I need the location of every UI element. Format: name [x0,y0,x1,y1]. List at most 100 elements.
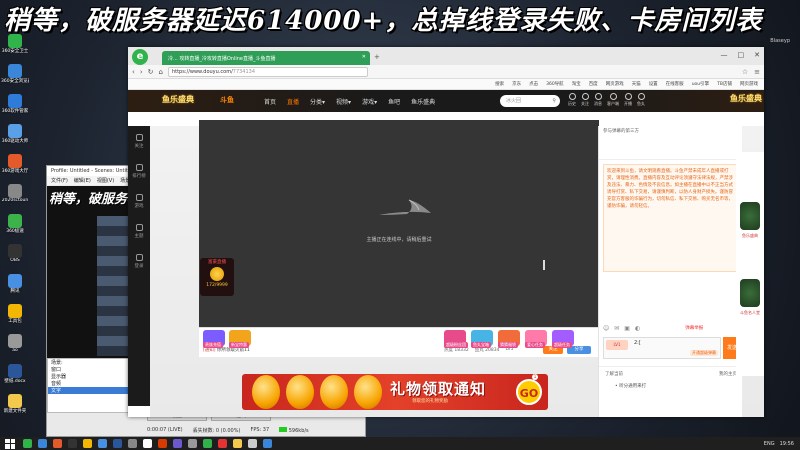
taskbar-app-icon[interactable] [38,439,47,448]
bookmark-item[interactable]: 淘宝 [572,81,581,87]
tab-douyu[interactable]: 冷... 攻转直播_冷攻转直播Online直播_斗鱼直播 ✕ [162,51,370,65]
site-nav-item[interactable]: 首页 [264,97,276,106]
search-icon[interactable]: ⚲ [552,95,556,107]
bookmark-item[interactable]: uou引擎 [692,81,709,87]
image-icon[interactable]: ▣ [624,325,630,332]
taskbar-app-icon[interactable] [218,439,227,448]
rail-item[interactable]: 主题 [128,216,150,246]
desktop-icon[interactable]: 360安全卫士 [2,34,28,61]
bookmark-item[interactable]: 百度 [589,81,598,87]
clock[interactable]: 19:56 [780,441,794,447]
header-icon-item[interactable]: 关注 [581,93,589,107]
bookmark-item[interactable]: 网页游戏 [606,81,624,87]
desktop-icon[interactable]: 360安全浏览器 [1,64,29,91]
taskbar-app-icon[interactable] [23,439,32,448]
home-icon[interactable]: ⌂ [159,68,163,76]
taskbar-app-icon[interactable] [128,439,137,448]
douyu-logo[interactable]: 斗鱼 [220,95,234,105]
desktop-icon[interactable]: 工具包 [2,304,28,331]
header-icon-item[interactable]: 历史 [568,93,576,107]
taskbar-app-icon[interactable] [68,439,77,448]
gift-icon[interactable]: ✉ [614,325,619,332]
taskbar-app-icon[interactable] [98,439,107,448]
color-icon[interactable]: ◐ [635,325,640,332]
desktop-icon[interactable]: OBS [2,244,28,271]
browser-logo-icon[interactable]: e [132,49,148,65]
gift-notice-banner[interactable]: 礼物领取通知 领取您的礼物奖励 GO 1 [242,374,548,410]
site-nav-item[interactable]: 分类▾ [310,97,325,106]
desktop-icon[interactable]: 壁纸.docx [2,364,28,391]
video-player[interactable]: 主播正在连线中，请稍后重试 [199,120,599,327]
star-icon[interactable]: ☆ [742,68,748,76]
taskbar-app-icon[interactable] [83,439,92,448]
site-search-input[interactable]: 冰火回 ⚲ [500,95,560,107]
tab-close-icon[interactable]: ✕ [362,54,366,60]
event-widget-2[interactable] [740,279,760,307]
url-input[interactable]: https://www.douyu.com/7734134 [167,66,368,77]
desktop-icon[interactable]: 2020sctoun [2,184,28,211]
taskbar-app-icon[interactable] [203,439,212,448]
header-icon-item[interactable]: 开播 [624,93,632,107]
site-nav-item[interactable]: 鱼乐盛典 [411,97,435,106]
bookmark-item[interactable]: 网页游戏 [740,81,758,87]
tab-my-home[interactable]: 我的主页 [719,371,737,377]
rail-item[interactable]: 关注 [128,126,150,156]
obs-menu-item[interactable]: 视图(V) [97,177,114,184]
chat-input-hint[interactable]: 开通超级弹幕 [690,350,718,356]
minimize-icon[interactable]: — [721,51,728,59]
desktop-icon[interactable]: 360游戏大厅 [2,154,28,181]
taskbar-app-icon[interactable] [158,439,167,448]
obs-menu-item[interactable]: 文件(F) [51,177,68,184]
taskbar-app-icon[interactable] [233,439,242,448]
new-tab-button[interactable]: + [374,53,380,61]
taskbar-app-icon[interactable] [248,439,257,448]
maximize-icon[interactable]: □ [738,51,745,59]
bookmark-item[interactable]: 京东 [512,81,521,87]
site-nav-item[interactable]: 游戏▾ [362,97,377,106]
taskbar-app-icon[interactable] [113,439,122,448]
header-icon-item[interactable]: 客户端 [607,93,619,107]
taskbar-app-icon[interactable] [143,439,152,448]
rail-item[interactable]: 登录 [128,246,150,276]
tab-understand[interactable]: 了解当前 [605,371,623,377]
desktop-icon[interactable]: ao [2,334,28,361]
obs-menu-item[interactable]: 编辑(E) [74,177,91,184]
desktop-icon[interactable]: 新建文件夹 [2,394,28,421]
bookmark-item[interactable]: 天猫 [632,81,641,87]
taskbar-app-icon[interactable] [173,439,182,448]
back-icon[interactable]: ‹ [132,68,135,76]
rail-item[interactable]: 排行榜 [128,156,150,186]
bookmark-item[interactable]: 在线客服 [666,81,684,87]
event-widget-1[interactable] [740,202,760,230]
desktop-icon[interactable]: 360极速 [2,214,28,241]
chat-input[interactable]: LV1 2:[ 开通超级弹幕 [603,337,721,359]
taskbar-app-icon[interactable] [188,439,197,448]
gift-float-widget[interactable]: 富豪直播 172/9999 [200,258,234,296]
taskbar-app-icon[interactable] [263,439,272,448]
banner-go-button[interactable]: GO [516,379,542,405]
desktop-icon[interactable]: 腾讯 [2,274,28,301]
taskbar-app-icon[interactable] [53,439,62,448]
desktop-icon[interactable]: 360软件管家 [2,94,28,121]
emoji-icon[interactable]: ☺ [603,325,609,332]
bookmark-item[interactable]: TB店铺 [717,81,732,87]
rail-item[interactable]: 游戏 [128,186,150,216]
danmaku-report[interactable]: 弹幕举报 [685,325,703,332]
start-icon[interactable] [5,438,15,449]
bookmark-item[interactable]: 点击 [529,81,538,87]
header-icon-item[interactable]: 消息 [594,93,602,107]
menu-icon[interactable]: ≡ [754,68,760,76]
event-badge-right[interactable]: 鱼乐盛典 [730,93,762,104]
bookmark-item[interactable]: 搜索 [495,81,504,87]
site-nav-item[interactable]: 视频▾ [336,97,351,106]
bookmark-item[interactable]: 360导航 [546,81,564,87]
desktop-icon[interactable]: 360驱动大师 [2,124,28,151]
site-nav-item[interactable]: 鱼吧 [388,97,400,106]
forward-icon[interactable]: › [140,68,143,76]
refresh-icon[interactable]: ↻ [148,68,154,76]
close-icon[interactable]: ✕ [754,51,760,59]
bookmark-item[interactable]: 设置 [649,81,658,87]
header-icon-item[interactable]: 鱼丸 [637,93,645,107]
event-badge-left[interactable]: 鱼乐盛典 [158,93,198,106]
site-nav-item[interactable]: 直播 [287,97,299,106]
